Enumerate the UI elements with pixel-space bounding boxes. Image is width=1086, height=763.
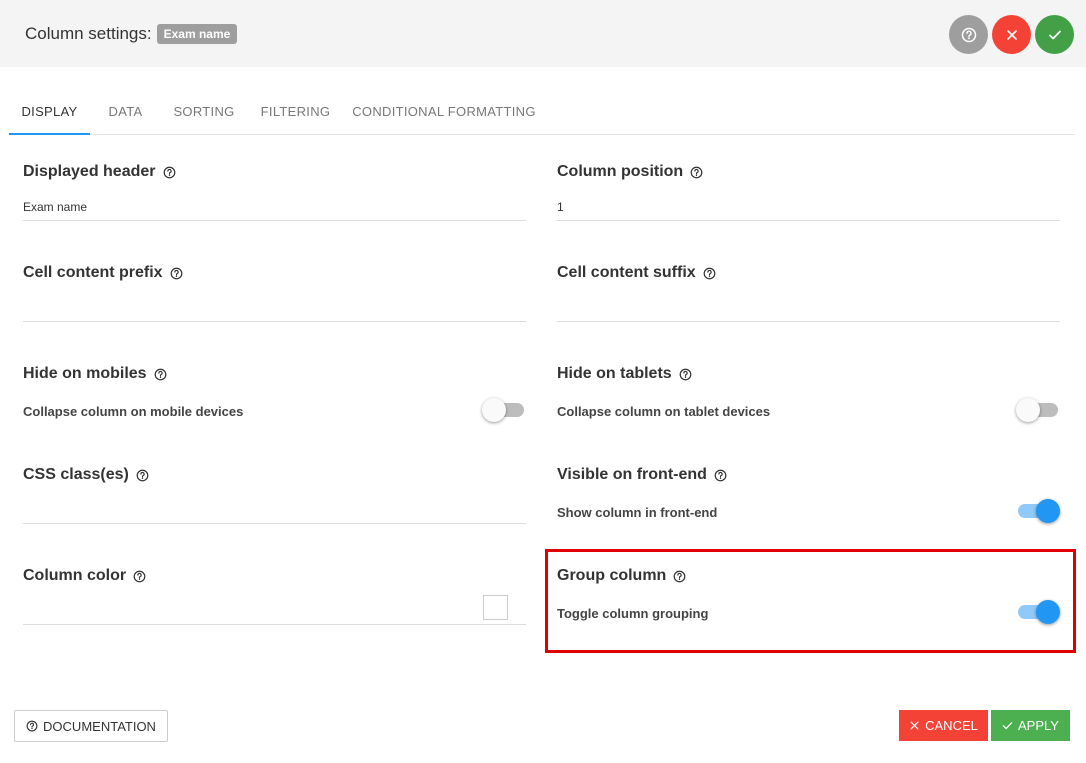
apply-label: APPLY [1018,718,1059,733]
help-icon [26,720,38,732]
field-label: Hide on tablets [557,365,672,382]
close-button[interactable] [992,15,1031,54]
cell-prefix-input[interactable] [23,297,526,322]
css-classes-input[interactable] [23,499,526,524]
hide-tablets-description: Collapse column on tablet devices [557,404,771,419]
displayed-header-input[interactable]: Exam name [23,196,526,221]
help-icon[interactable] [163,166,176,179]
cancel-label: CANCEL [925,718,978,733]
visible-frontend-field: Visible on front-end Show column in fron… [557,465,1060,523]
documentation-label: DOCUMENTATION [43,718,156,734]
field-label: Group column [557,567,667,584]
help-icon[interactable] [154,368,167,381]
help-icon[interactable] [703,267,716,280]
help-icon [961,27,976,42]
confirm-button[interactable] [1035,15,1074,54]
hide-mobiles-field: Hide on mobiles Collapse column on mobil… [23,364,526,422]
field-label: Hide on mobiles [23,365,147,382]
field-label: Visible on front-end [557,466,707,483]
tab-sorting[interactable]: SORTING [161,90,247,135]
field-label: Cell content suffix [557,264,696,281]
color-picker-swatch[interactable] [483,595,508,620]
field-label: Displayed header [23,163,156,180]
column-position-input[interactable]: 1 [557,196,1060,221]
check-icon [1002,722,1013,730]
visible-frontend-toggle[interactable] [1016,499,1060,523]
help-icon[interactable] [673,570,686,583]
column-position-field: Column position 1 [557,162,1060,221]
settings-tabs: DISPLAY DATA SORTING FILTERING CONDITION… [9,90,1075,135]
displayed-header-field: Displayed header Exam name [23,162,526,221]
css-classes-field: CSS class(es) [23,465,526,524]
tab-display[interactable]: DISPLAY [9,90,90,135]
hide-mobiles-toggle[interactable] [482,398,526,422]
check-icon [1048,30,1061,39]
field-label: Cell content prefix [23,264,163,281]
hide-mobiles-description: Collapse column on mobile devices [23,404,244,419]
help-icon[interactable] [136,469,149,482]
close-icon [910,721,919,730]
hide-tablets-toggle[interactable] [1016,398,1060,422]
cell-prefix-field: Cell content prefix [23,263,526,322]
field-label: Column color [23,567,127,584]
cell-suffix-field: Cell content suffix [557,263,1060,322]
help-icon[interactable] [679,368,692,381]
tab-filtering[interactable]: FILTERING [247,90,344,135]
tab-conditional-formatting[interactable]: CONDITIONAL FORMATTING [344,90,544,135]
group-column-description: Toggle column grouping [557,606,709,621]
tab-data[interactable]: DATA [90,90,161,135]
highlight-box [545,549,1076,653]
dialog-title-text: Column settings: [25,24,152,43]
dialog-title: Column settings: Exam name [25,24,238,44]
column-color-field: Column color [23,566,526,625]
visible-frontend-description: Show column in front-end [557,505,718,520]
close-icon [1006,29,1017,40]
group-column-field: Group column Toggle column grouping [557,566,1060,624]
group-column-toggle[interactable] [1016,600,1060,624]
hide-tablets-field: Hide on tablets Collapse column on table… [557,364,1060,422]
cancel-button[interactable]: CANCEL [899,710,988,741]
field-label: Column position [557,163,684,180]
column-name-badge: Exam name [156,24,238,44]
dialog-header: Column settings: Exam name [0,0,1086,67]
help-icon[interactable] [714,469,727,482]
help-icon[interactable] [170,267,183,280]
documentation-button[interactable]: DOCUMENTATION [14,710,168,742]
apply-button[interactable]: APPLY [991,710,1070,741]
help-icon[interactable] [133,570,146,583]
column-color-input[interactable] [23,600,526,625]
help-button[interactable] [949,15,988,54]
help-icon[interactable] [690,166,703,179]
cell-suffix-input[interactable] [557,297,1060,322]
field-label: CSS class(es) [23,466,129,483]
